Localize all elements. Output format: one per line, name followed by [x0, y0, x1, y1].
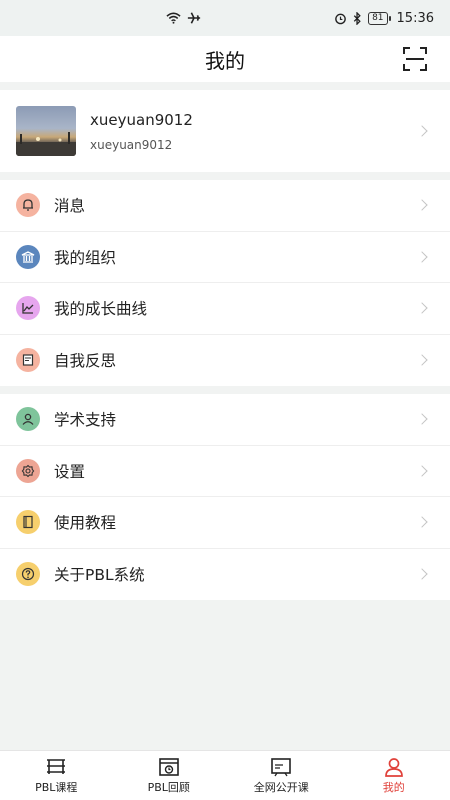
tab-pbl-review[interactable]: PBL回顾 [113, 751, 226, 800]
chevron-right-icon [416, 413, 428, 425]
status-connectivity [166, 11, 201, 25]
chevron-right-icon [416, 302, 428, 314]
wifi-icon [166, 12, 181, 24]
menu-group-secondary: 学术支持 设置 使用教程 关于PBL系统 [0, 394, 450, 600]
menu-item-organization[interactable]: 我的组织 [0, 232, 450, 283]
menu-item-label: 自我反思 [54, 352, 117, 371]
menu-item-label: 关于PBL系统 [54, 566, 145, 585]
organization-icon [16, 244, 40, 269]
page-title: 我的 [205, 48, 245, 73]
profile-name: xueyuan9012 [90, 110, 193, 129]
menu-item-tutorial[interactable]: 使用教程 [0, 497, 450, 549]
menu-item-label: 使用教程 [54, 514, 117, 533]
airplane-icon [187, 12, 201, 24]
menu-item-messages[interactable]: 消息 [0, 180, 450, 232]
settings-icon [16, 458, 40, 483]
chevron-right-icon [416, 251, 428, 263]
status-time: 15:36 [396, 10, 434, 26]
tab-mine[interactable]: 我的 [338, 751, 450, 800]
chevron-right-icon [416, 465, 428, 477]
tab-label: 我的 [382, 780, 405, 794]
menu-item-settings[interactable]: 设置 [0, 446, 450, 497]
scan-icon[interactable] [402, 46, 428, 72]
user-support-icon [16, 407, 40, 432]
battery-level: 81 [368, 11, 388, 25]
tab-label: 全网公开课 [253, 780, 309, 794]
chevron-right-icon [416, 125, 428, 137]
tab-label: PBL回顾 [147, 780, 190, 794]
chevron-right-icon [416, 354, 428, 366]
tutorial-icon [16, 510, 40, 535]
chevron-right-icon [416, 516, 428, 528]
chevron-right-icon [416, 199, 428, 211]
menu-item-about[interactable]: 关于PBL系统 [0, 549, 450, 601]
profile-card[interactable]: xueyuan9012 xueyuan9012 [0, 90, 450, 172]
alarm-icon [335, 13, 346, 24]
review-icon [158, 757, 179, 776]
tab-label: PBL课程 [35, 780, 78, 794]
growth-chart-icon [16, 296, 40, 321]
menu-item-label: 学术支持 [54, 411, 117, 430]
status-bar: 81 15:36 [0, 0, 450, 36]
reflection-icon [16, 348, 40, 373]
avatar[interactable] [16, 106, 76, 156]
menu-item-label: 设置 [54, 462, 86, 481]
menu-item-label: 消息 [54, 197, 86, 216]
courses-icon [47, 758, 66, 774]
tab-pbl-courses[interactable]: PBL课程 [0, 751, 113, 800]
battery-indicator: 81 [368, 11, 391, 25]
menu-item-academic-support[interactable]: 学术支持 [0, 394, 450, 446]
tab-public-courses[interactable]: 全网公开课 [225, 751, 338, 800]
public-course-icon [271, 757, 292, 776]
menu-item-label: 我的组织 [54, 248, 117, 267]
menu-item-label: 我的成长曲线 [54, 300, 148, 319]
chevron-right-icon [416, 568, 428, 580]
menu-item-growth-curve[interactable]: 我的成长曲线 [0, 283, 450, 335]
menu-item-self-reflection[interactable]: 自我反思 [0, 335, 450, 387]
menu-group-primary: 消息 我的组织 我的成长曲线 自我反思 [0, 180, 450, 386]
bluetooth-icon [353, 11, 361, 25]
page-header: 我的 [0, 36, 450, 82]
profile-icon [384, 757, 403, 777]
help-icon [16, 562, 40, 587]
profile-username: xueyuan9012 [90, 137, 173, 152]
bell-icon [16, 193, 40, 218]
bottom-tab-bar: PBL课程 PBL回顾 全网公开课 我的 [0, 750, 450, 800]
